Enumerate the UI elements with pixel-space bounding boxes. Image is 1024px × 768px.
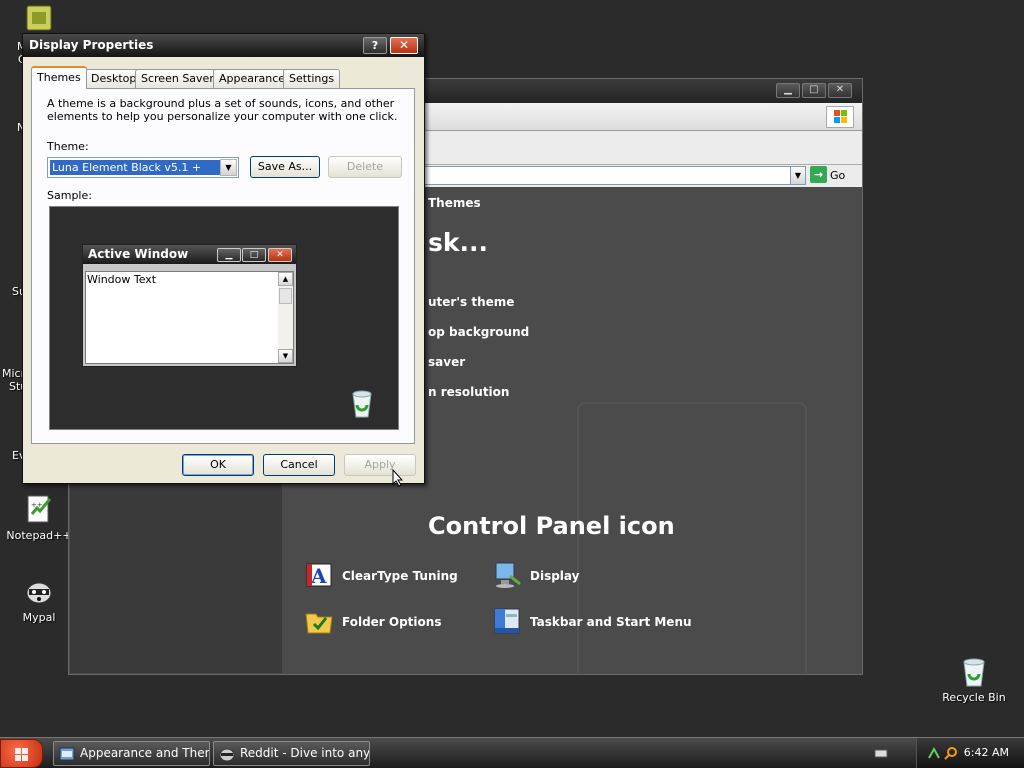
taskbar-button-label: Appearance and Themes <box>80 746 209 760</box>
scroll-thumb <box>279 288 292 304</box>
apply-button[interactable]: Apply <box>344 454 416 476</box>
windows-logo-icon <box>15 748 28 761</box>
sample-scrollbar: ▲ ▼ <box>278 272 293 363</box>
scroll-up-icon: ▲ <box>278 272 293 286</box>
display-link[interactable]: Display <box>495 562 580 588</box>
mouse-cursor-icon <box>392 469 404 487</box>
dialog-title: Display Properties <box>29 38 154 52</box>
sample-label: Sample: <box>47 189 92 202</box>
desktop-icon-label: Recycle Bin <box>942 691 1006 704</box>
svg-text:++: ++ <box>31 501 43 509</box>
tab-appearance[interactable]: Appearance <box>213 69 292 88</box>
save-as-button[interactable]: Save As... <box>250 156 320 178</box>
sample-window-title: Active Window <box>88 247 189 261</box>
network-icon[interactable] <box>927 746 941 760</box>
scroll-down-icon: ▼ <box>278 349 293 363</box>
sample-window-body: Window Text ▲ ▼ <box>85 271 294 364</box>
go-label: Go <box>830 169 846 182</box>
task-link[interactable]: saver <box>428 355 465 369</box>
taskbar-button-label: Reddit - Dive into anyt... <box>240 746 370 760</box>
briefcase-icon <box>26 5 52 31</box>
delete-button[interactable]: Delete <box>328 156 402 178</box>
notepadpp-icon: ++ <box>23 494 55 526</box>
display-properties-dialog[interactable]: Display Properties ? ✕ Themes Desktop Sc… <box>22 33 425 484</box>
start-button[interactable] <box>0 739 43 768</box>
folder-options-icon <box>304 606 334 636</box>
desktop-icon-mypal[interactable]: Mypal <box>1 576 77 624</box>
themes-tab-panel: A theme is a background plus a set of so… <box>31 88 415 444</box>
minimize-button[interactable]: ▁ <box>776 83 800 98</box>
system-tray: 6:42 AM <box>916 738 1024 768</box>
keyboard-icon[interactable] <box>874 746 888 760</box>
taskbar-start-menu-link[interactable]: Taskbar and Start Menu <box>494 608 692 634</box>
desktop-icon-label: Notepad++ <box>6 529 72 542</box>
taskbar-start-menu-label: Taskbar and Start Menu <box>530 615 692 629</box>
desktop-icon-notepadpp[interactable]: ++ Notepad++ <box>1 494 77 542</box>
mypal-raccoon-icon <box>219 746 235 762</box>
task-link[interactable]: op background <box>428 325 529 339</box>
taskbar-button-reddit[interactable]: Reddit - Dive into anyt... <box>213 741 370 766</box>
theme-selected-value: Luna Element Black v5.1 + CSS <box>50 160 220 189</box>
desktop-icon-recycle-bin[interactable]: Recycle Bin <box>936 656 1012 704</box>
cleartype-tuning-label: ClearType Tuning <box>342 569 458 583</box>
cleartype-tuning-link[interactable]: A ClearType Tuning <box>306 563 458 588</box>
control-panel-icon <box>59 746 75 762</box>
search-icon[interactable] <box>944 746 958 760</box>
clock[interactable]: 6:42 AM <box>964 746 1009 759</box>
tab-desktop[interactable]: Desktop <box>85 69 143 88</box>
help-button[interactable]: ? <box>363 37 387 54</box>
display-icon <box>492 560 522 590</box>
task-link[interactable]: uter's theme <box>428 295 514 309</box>
recycle-bin-icon <box>958 656 990 688</box>
desktop-icon-partial[interactable] <box>26 5 52 31</box>
display-label: Display <box>530 569 580 583</box>
taskbar: Appearance and Themes Reddit - Dive into… <box>0 737 1024 768</box>
recycle-bin-icon <box>348 389 376 419</box>
close-icon: ✕ <box>268 248 292 262</box>
maximize-button[interactable]: □ <box>802 83 826 98</box>
category-title: Themes <box>428 196 481 210</box>
mypal-raccoon-icon <box>23 576 55 608</box>
pick-a-task-heading: sk... <box>428 228 488 257</box>
svg-text:A: A <box>310 564 327 588</box>
windows-flag-icon <box>826 106 854 128</box>
tab-themes[interactable]: Themes <box>31 66 87 89</box>
taskbar-start-menu-icon <box>492 606 522 636</box>
ok-button[interactable]: OK <box>182 454 254 476</box>
task-link[interactable]: n resolution <box>428 385 509 399</box>
chevron-down-icon[interactable]: ▼ <box>220 159 237 176</box>
dialog-titlebar[interactable]: Display Properties ? ✕ <box>23 34 424 57</box>
theme-dropdown[interactable]: Luna Element Black v5.1 + CSS ▼ <box>47 157 239 189</box>
pick-icon-heading: Control Panel icon <box>428 512 675 540</box>
theme-description: A theme is a background plus a set of so… <box>47 97 398 123</box>
maximize-icon: □ <box>242 248 266 262</box>
minimize-icon: ▁ <box>217 248 241 262</box>
cleartype-icon: A <box>304 560 334 590</box>
address-dropdown-button[interactable]: ▼ <box>790 166 806 185</box>
go-button[interactable]: → Go <box>810 166 856 185</box>
folder-options-link[interactable]: Folder Options <box>305 613 442 634</box>
go-arrow-icon: → <box>810 166 827 183</box>
sample-active-window: Active Window ▁ □ ✕ Window Text ▲ ▼ <box>82 244 297 367</box>
desktop-icon-label: Mypal <box>22 611 56 624</box>
theme-sample-preview: Active Window ▁ □ ✕ Window Text ▲ ▼ <box>49 206 399 430</box>
sample-window-text: Window Text <box>87 273 157 286</box>
close-button[interactable]: ✕ <box>828 83 852 98</box>
tab-screen-saver[interactable]: Screen Saver <box>135 69 220 88</box>
taskbar-button-appearance-themes[interactable]: Appearance and Themes <box>53 741 210 766</box>
folder-options-label: Folder Options <box>342 615 442 629</box>
sample-window-titlebar: Active Window ▁ □ ✕ <box>83 245 296 264</box>
close-button[interactable]: ✕ <box>390 37 418 54</box>
theme-label: Theme: <box>47 140 89 153</box>
cancel-button[interactable]: Cancel <box>263 454 335 476</box>
tab-settings[interactable]: Settings <box>283 69 341 88</box>
